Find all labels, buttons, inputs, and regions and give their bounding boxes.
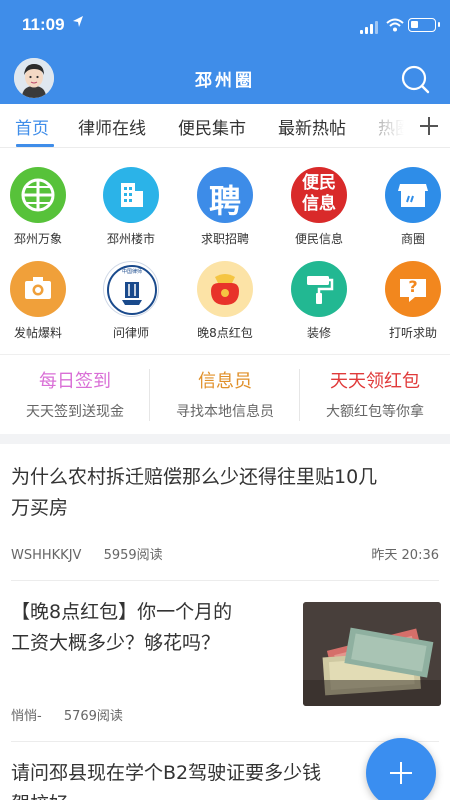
help-glyph: ? (408, 277, 418, 296)
grid-label: 发帖爆料 (13, 326, 62, 340)
grid-label: 装修 (306, 326, 331, 340)
lawyer-badge-text: 中国律师 (121, 269, 142, 275)
app-header: 11:09 邳州圈 (0, 0, 450, 104)
tab-market[interactable]: 便民集市 (178, 114, 246, 139)
grid-item-post-news[interactable]: 发帖爆料 (0, 261, 83, 341)
shop-icon (385, 167, 441, 223)
tab-fade-overlay (376, 104, 416, 147)
camera-icon (10, 261, 66, 317)
tab-lawyer-online[interactable]: 律师在线 (78, 114, 146, 139)
compose-fab-button[interactable] (366, 738, 436, 800)
building-icon (103, 167, 159, 223)
red-packet-icon (197, 261, 253, 317)
article-title: 【晚8点红包】你一个月的 工资大概多少？够花吗？ (11, 597, 296, 659)
grid-label: 便民信息 (294, 232, 343, 246)
globe-icon (10, 167, 66, 223)
article-reads: 5769阅读 (63, 709, 123, 724)
grid-item-real-estate[interactable]: 邳州楼市 (86, 167, 176, 247)
article-title-line: 万买房 (11, 497, 69, 519)
promo-red-packet[interactable]: 天天领红包 大额红包等你拿 (300, 367, 450, 421)
promo-subtitle: 寻找本地信息员 (176, 404, 274, 420)
grid-item-info[interactable]: 便民信息 便民信息 (274, 167, 364, 247)
grid-label: 晚8点红包 (197, 326, 253, 340)
tab-hot-posts[interactable]: 最新热帖 (278, 114, 346, 139)
paint-roller-icon (291, 261, 347, 317)
status-bar: 11:09 (0, 0, 450, 44)
grid-label: 打听求助 (388, 326, 437, 340)
grid-label: 问律师 (112, 326, 149, 340)
grid-item-shop[interactable]: 商圈 (368, 167, 450, 247)
grid-item-decoration[interactable]: 装修 (274, 261, 364, 341)
category-tabs: 首页 律师在线 便民集市 最新热帖 热圈 (0, 104, 450, 148)
article-meta: 悄悄- 5769阅读 (11, 705, 141, 724)
article-author: WSHHKKJV (11, 548, 82, 563)
grid-label: 商圈 (400, 232, 425, 246)
article-thumbnail[interactable] (303, 602, 441, 706)
promo-title: 天天领红包 (330, 371, 420, 392)
wifi-icon (386, 18, 404, 32)
grid-item-ask-lawyer[interactable]: 中国律师 问律师 (86, 261, 176, 341)
plus-icon-horizontal (390, 772, 412, 774)
info-icon: 便民信息 (291, 167, 347, 223)
recruit-glyph: 聘 (208, 182, 241, 220)
grid-item-red-packet[interactable]: 晚8点红包 (180, 261, 270, 341)
add-tab-plus-icon[interactable] (416, 113, 442, 139)
promo-subtitle: 大额红包等你拿 (326, 404, 424, 420)
promo-title: 信息员 (198, 371, 252, 392)
promo-subtitle: 天天签到送现金 (26, 404, 124, 420)
search-icon[interactable] (398, 62, 432, 96)
location-arrow-icon (73, 16, 83, 27)
section-gap (0, 434, 450, 444)
grid-item-jobs[interactable]: 聘 求职招聘 (180, 167, 270, 247)
article-meta: WSHHKKJV 5959阅读 (11, 544, 181, 563)
help-icon: ? (385, 261, 441, 317)
article-title-line: 【晚8点红包】你一个月的 (11, 601, 233, 623)
promo-daily-checkin[interactable]: 每日签到 天天签到送现金 (0, 367, 150, 421)
page-title: 邳州圈 (195, 71, 255, 91)
grid-item-ask-help[interactable]: ? 打听求助 (368, 261, 450, 341)
article-title-line: 驾校好 (11, 789, 321, 800)
article-title: 为什么农村拆迁赔偿那么少还得往里贴10几 万买房 (11, 462, 377, 524)
status-time: 11:09 (22, 15, 65, 34)
article-time: 昨天 20:36 (371, 548, 439, 563)
tab-home[interactable]: 首页 (15, 114, 49, 139)
grid-item-pizhou-news[interactable]: 邳州万象 (0, 167, 83, 247)
promo-row: 每日签到 天天签到送现金 信息员 寻找本地信息员 天天领红包 大额红包等你拿 (0, 354, 450, 434)
grid-label: 邳州万象 (13, 232, 62, 246)
article-title-line: 为什么农村拆迁赔偿那么少还得往里贴10几 (11, 466, 378, 488)
lawyer-icon: 中国律师 (103, 261, 159, 317)
article-author: 悄悄- (11, 709, 42, 724)
recruit-icon: 聘 (197, 167, 253, 223)
info-glyph: 便民信息 (302, 173, 336, 214)
battery-icon (408, 18, 440, 32)
article-title-line: 工资大概多少？够花吗？ (11, 632, 221, 654)
promo-info-officer[interactable]: 信息员 寻找本地信息员 (150, 367, 300, 421)
money-photo-image (303, 602, 441, 706)
article-item[interactable]: 为什么农村拆迁赔偿那么少还得往里贴10几 万买房 WSHHKKJV 5959阅读… (0, 444, 450, 580)
cellular-signal-icon (360, 20, 380, 34)
article-title: 请问邳县现在学个B2驾驶证要多少钱 驾校好 (11, 758, 321, 800)
grid-label: 邳州楼市 (106, 232, 155, 246)
article-title-line: 请问邳县现在学个B2驾驶证要多少钱 (11, 762, 322, 784)
active-tab-indicator (16, 144, 54, 147)
grid-label: 求职招聘 (200, 232, 249, 246)
promo-title: 每日签到 (39, 371, 111, 392)
article-reads: 5959阅读 (103, 548, 163, 563)
